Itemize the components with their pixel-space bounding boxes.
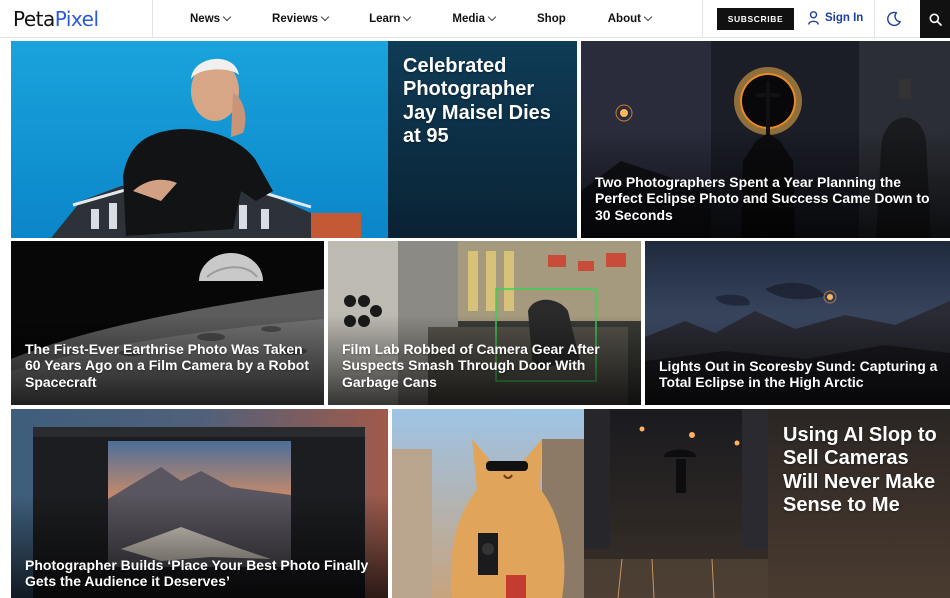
article-title[interactable]: Celebrated Photographer Jay Maisel Dies … (403, 55, 573, 149)
article-card[interactable]: Two Photographers Spent a Year Planning … (581, 41, 950, 238)
article-title[interactable]: The First-Ever Earthrise Photo Was Taken… (25, 341, 317, 390)
article-title[interactable]: Lights Out in Scoresby Sund: Capturing a… (659, 358, 944, 391)
menu-item-media[interactable]: Media (452, 12, 497, 25)
search-button[interactable] (920, 0, 950, 38)
article-card[interactable]: Photographer Builds ‘Place Your Best Pho… (11, 409, 388, 598)
menu-label: About (607, 13, 641, 25)
search-icon (929, 13, 942, 26)
sign-in-link[interactable]: Sign In (808, 11, 863, 25)
top-nav: PetaPixel News Reviews Learn Media Shop … (0, 0, 950, 38)
divider (152, 0, 153, 38)
chevron-down-icon (643, 12, 653, 22)
menu-label: Reviews (272, 13, 319, 25)
chevron-down-icon (403, 12, 412, 22)
article-title[interactable]: Photographer Builds ‘Place Your Best Pho… (25, 557, 381, 590)
menu-item-shop[interactable]: Shop (537, 13, 566, 25)
menu-item-about[interactable]: About (607, 12, 653, 25)
menu-item-reviews[interactable]: Reviews (272, 12, 330, 25)
sign-in-label: Sign In (825, 12, 864, 24)
menu-label: News (190, 13, 221, 25)
logo-text-peta: Peta (13, 7, 55, 31)
article-title[interactable]: Two Photographers Spent a Year Planning … (595, 174, 940, 223)
logo-text-pixel: Pixel (54, 7, 99, 31)
article-card[interactable]: The First-Ever Earthrise Photo Was Taken… (11, 241, 324, 405)
chevron-down-icon (222, 12, 232, 22)
user-icon (808, 11, 819, 25)
divider (702, 0, 703, 38)
divider (874, 0, 875, 38)
subscribe-button[interactable]: SUBSCRIBE (717, 8, 794, 30)
chevron-down-icon (487, 12, 497, 22)
menu-label: Shop (537, 13, 566, 25)
chevron-down-icon (320, 12, 330, 22)
menu-item-news[interactable]: News (190, 12, 232, 25)
article-title[interactable]: Using AI Slop to Sell Cameras Will Never… (783, 424, 948, 518)
main-menu: News Reviews Learn Media Shop About (190, 0, 653, 38)
menu-label: Media (452, 13, 485, 25)
article-card-featured[interactable]: Celebrated Photographer Jay Maisel Dies … (11, 41, 577, 238)
article-card[interactable]: Using AI Slop to Sell Cameras Will Never… (392, 409, 950, 598)
menu-label: Learn (369, 13, 401, 25)
site-logo[interactable]: PetaPixel (13, 6, 99, 32)
article-card[interactable]: Film Lab Robbed of Camera Gear After Sus… (328, 241, 641, 405)
article-card[interactable]: Lights Out in Scoresby Sund: Capturing a… (645, 241, 950, 405)
moon-icon[interactable] (886, 11, 902, 27)
menu-item-learn[interactable]: Learn (369, 12, 412, 25)
article-title[interactable]: Film Lab Robbed of Camera Gear After Sus… (342, 341, 634, 390)
